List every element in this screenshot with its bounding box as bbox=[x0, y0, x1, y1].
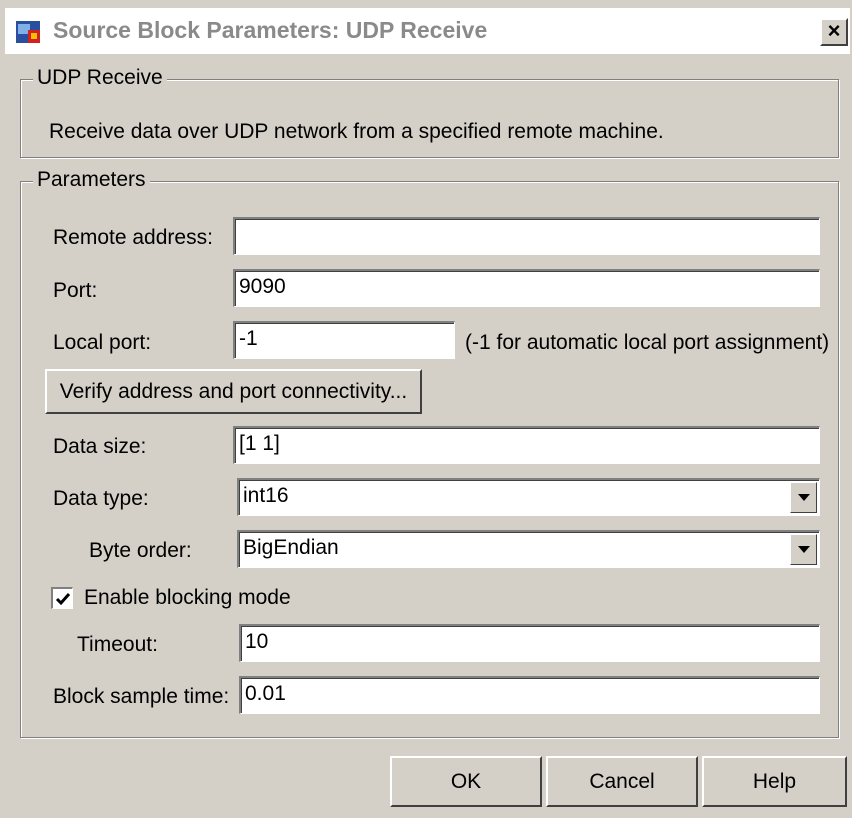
local-port-hint: (-1 for automatic local port assignment) bbox=[465, 331, 830, 354]
blocking-mode-label[interactable]: Enable blocking mode bbox=[84, 586, 291, 610]
chevron-down-icon[interactable] bbox=[790, 482, 817, 513]
dialog-window: Source Block Parameters: UDP Receive × U… bbox=[0, 0, 852, 818]
simulink-block-icon bbox=[15, 18, 43, 46]
data-size-label: Data size: bbox=[53, 435, 147, 458]
window-title: Source Block Parameters: UDP Receive bbox=[53, 17, 488, 43]
remote-address-input[interactable] bbox=[233, 217, 820, 255]
remote-address-label: Remote address: bbox=[53, 226, 213, 249]
data-type-value: int16 bbox=[243, 484, 289, 507]
block-description: Receive data over UDP network from a spe… bbox=[49, 120, 664, 143]
help-button[interactable]: Help bbox=[702, 756, 847, 807]
parameters-group-title: Parameters bbox=[33, 168, 150, 192]
byte-order-value: BigEndian bbox=[243, 536, 339, 559]
close-icon: × bbox=[827, 18, 841, 43]
description-group-title: UDP Receive bbox=[33, 66, 167, 90]
timeout-input[interactable]: 10 bbox=[239, 624, 820, 662]
port-label: Port: bbox=[53, 279, 98, 302]
close-button[interactable]: × bbox=[820, 18, 848, 46]
byte-order-label: Byte order: bbox=[89, 539, 192, 562]
timeout-label: Timeout: bbox=[77, 633, 158, 656]
local-port-label: Local port: bbox=[53, 331, 152, 354]
blocking-mode-checkbox[interactable] bbox=[51, 587, 73, 609]
description-group: UDP Receive Receive data over UDP networ… bbox=[20, 66, 839, 158]
sample-time-label: Block sample time: bbox=[53, 685, 230, 708]
ok-button[interactable]: OK bbox=[390, 756, 542, 807]
chevron-down-icon[interactable] bbox=[790, 534, 817, 565]
byte-order-select[interactable]: BigEndian bbox=[237, 530, 820, 568]
title-bar: Source Block Parameters: UDP Receive × bbox=[5, 8, 850, 54]
data-size-input[interactable]: [1 1] bbox=[233, 426, 820, 464]
local-port-input[interactable]: -1 bbox=[233, 321, 455, 359]
port-input[interactable]: 9090 bbox=[233, 269, 820, 307]
data-type-label: Data type: bbox=[53, 487, 149, 510]
checkmark-icon bbox=[55, 593, 71, 606]
verify-connectivity-button[interactable]: Verify address and port connectivity... bbox=[45, 369, 422, 414]
sample-time-input[interactable]: 0.01 bbox=[239, 676, 820, 714]
data-type-select[interactable]: int16 bbox=[237, 478, 820, 516]
cancel-button[interactable]: Cancel bbox=[546, 756, 698, 807]
